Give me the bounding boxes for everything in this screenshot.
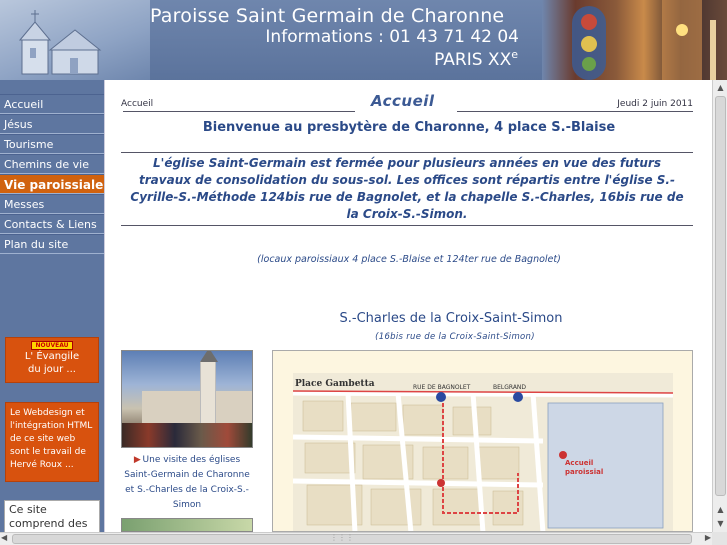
promo-line-1: L' Évangile: [24, 351, 80, 362]
breadcrumb-divider-right: [457, 111, 693, 112]
nav-item-plan-du-site[interactable]: Plan du site: [0, 234, 104, 254]
scroll-down-arrow-icon[interactable]: ▼: [715, 518, 726, 530]
scrollbar-corner: [712, 532, 727, 545]
site-header: Paroisse Saint Germain de Charonne Infor…: [0, 0, 727, 80]
breadcrumb: Accueil Accueil Jeudi 2 juin 2011: [121, 92, 693, 114]
scroll-left-arrow-icon[interactable]: ◀: [1, 533, 7, 542]
chapel-address: (16bis rue de la Croix-Saint-Simon): [375, 332, 535, 342]
visit-caption-link[interactable]: ▶ Une visite des églises Saint-Germain d…: [121, 453, 253, 513]
sidebar: Accueil Jésus Tourisme Chemins de vie Vi…: [0, 80, 104, 540]
visit-caption-text: Une visite des églises Saint-Germain de …: [124, 455, 250, 510]
welcome-heading: Bienvenue au presbytère de Charonne, 4 p…: [202, 120, 616, 135]
main-content: Accueil Accueil Jeudi 2 juin 2011 Bienve…: [104, 80, 712, 532]
map-label-accueil: Accueil: [565, 459, 593, 467]
horizontal-scrollbar[interactable]: ◀ ⋮⋮⋮ ▶: [0, 532, 712, 545]
map-label-gambetta: Place Gambetta: [295, 379, 375, 389]
street-map[interactable]: Place Gambetta RUE DE BAGNOLET BELGRAND …: [293, 373, 673, 531]
map-frame: Place Gambetta RUE DE BAGNOLET BELGRAND …: [272, 350, 693, 532]
scroll-up-arrow-lower-icon[interactable]: ▲: [715, 504, 726, 516]
evangile-promo-button[interactable]: NOUVEAU L' Évangile du jour ...: [5, 337, 99, 383]
city-label: PARIS XXe: [434, 48, 518, 70]
phone-info: Informations : 01 43 71 42 04: [265, 27, 519, 47]
nav-item-messes[interactable]: Messes: [0, 194, 104, 214]
scroll-grip-icon: ⋮⋮⋮: [330, 533, 354, 542]
scroll-up-arrow-icon[interactable]: ▲: [715, 82, 726, 94]
nav-item-accueil[interactable]: Accueil: [0, 94, 104, 114]
vertical-scroll-thumb[interactable]: [715, 96, 726, 496]
chapel-title: S.-Charles de la Croix-Saint-Simon: [339, 311, 563, 326]
webdesign-credit-link[interactable]: Le Webdesign et l'intégration HTML de ce…: [5, 402, 99, 482]
current-date: Jeudi 2 juin 2011: [617, 99, 693, 109]
church-sketch-icon: [18, 10, 102, 75]
nav-item-contacts-liens[interactable]: Contacts & Liens: [0, 214, 104, 234]
city-sup: e: [511, 48, 518, 61]
nav-item-jesus[interactable]: Jésus: [0, 114, 104, 134]
map-label-bagnolet: RUE DE BAGNOLET: [413, 384, 471, 391]
church-photo-link[interactable]: [121, 350, 253, 448]
vertical-scrollbar[interactable]: ▲ ▲ ▼: [712, 80, 727, 532]
site-title: Paroisse Saint Germain de Charonne: [150, 5, 505, 27]
breadcrumb-home-link[interactable]: Accueil: [121, 99, 153, 109]
photo-crowd: [122, 423, 252, 447]
promo-line-2: du jour ...: [28, 364, 76, 375]
page-title: Accueil: [371, 92, 435, 110]
nav-item-vie-paroissiale[interactable]: Vie paroissiale: [0, 174, 104, 194]
page: Paroisse Saint Germain de Charonne Infor…: [0, 0, 727, 545]
street-map-svg: Place Gambetta RUE DE BAGNOLET BELGRAND …: [293, 373, 673, 531]
nav-item-chemins-de-vie[interactable]: Chemins de vie: [0, 154, 104, 174]
breadcrumb-divider-left: [123, 111, 355, 112]
nav-item-tourisme[interactable]: Tourisme: [0, 134, 104, 154]
map-label-belgrand: BELGRAND: [493, 384, 526, 391]
photo-tower: [200, 351, 218, 431]
new-badge: NOUVEAU: [31, 341, 73, 350]
scroll-right-arrow-icon[interactable]: ▶: [705, 533, 711, 542]
map-label-paroissial: paroissial: [565, 468, 603, 476]
locaux-note: (locaux paroissiaux 4 place S.-Blaise et…: [257, 254, 561, 265]
second-photo[interactable]: [121, 518, 253, 532]
stained-glass-image: [542, 0, 727, 80]
city-text: PARIS XX: [434, 50, 512, 70]
stained-glass-icon: [572, 0, 716, 80]
play-arrow-icon: ▶: [133, 455, 143, 465]
church-drawing-image: [0, 0, 150, 80]
closure-notice: L'église Saint-Germain est fermée pour p…: [121, 152, 693, 226]
